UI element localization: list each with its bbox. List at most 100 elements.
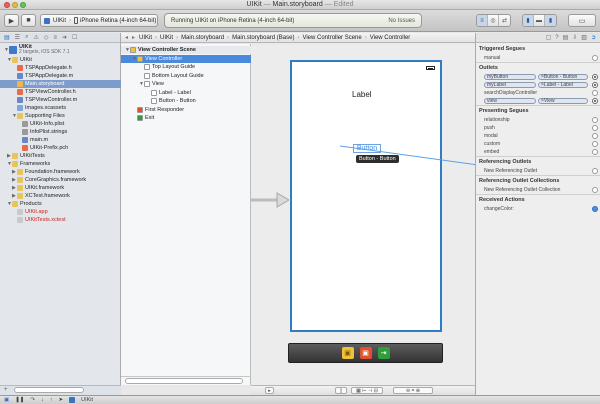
- outlet-row[interactable]: myLabel × Label - Label: [484, 81, 598, 88]
- connection-row[interactable]: custom: [484, 140, 598, 147]
- file-item[interactable]: UIKitTests.xctest: [0, 216, 121, 224]
- canvas-button[interactable]: Button: [353, 144, 381, 153]
- form-factor-button[interactable]: ▯: [335, 387, 347, 394]
- connection-circle-icon[interactable]: [592, 73, 598, 80]
- connection-row[interactable]: push: [484, 124, 598, 131]
- location-icon[interactable]: ➤: [59, 397, 64, 403]
- first-responder-icon[interactable]: ▣: [359, 347, 372, 359]
- file-item[interactable]: TSPViewController.h: [0, 88, 121, 96]
- file-item[interactable]: ▼ Supporting Files: [0, 112, 121, 120]
- back-icon[interactable]: ◂: [125, 34, 128, 41]
- outline-item[interactable]: ▼ View Controller Scene: [121, 46, 251, 54]
- file-inspector-icon[interactable]: ▢: [546, 34, 552, 41]
- warning-icon[interactable]: ⚠: [33, 34, 38, 41]
- outline-item[interactable]: Exit: [121, 114, 251, 122]
- outlet-target[interactable]: × View: [538, 97, 588, 104]
- jump-bar-item[interactable]: Main.storyboard (Base): [232, 35, 294, 41]
- connection-circle-icon[interactable]: [592, 148, 598, 155]
- step-out-icon[interactable]: ↑: [50, 397, 53, 403]
- navigator-filter-input[interactable]: [14, 387, 84, 393]
- zoom-controls[interactable]: ⊖ = ⊕: [393, 387, 433, 394]
- outline-item[interactable]: Button - Button: [121, 97, 251, 105]
- pause-icon[interactable]: ❚❚: [15, 397, 24, 403]
- stop-button[interactable]: ■: [21, 14, 36, 27]
- identity-inspector-icon[interactable]: ▤: [563, 34, 569, 41]
- file-item[interactable]: ▶ Foundation.framework: [0, 168, 121, 176]
- version-editor-icon[interactable]: ⇄: [499, 15, 510, 26]
- connection-circle-icon[interactable]: [592, 186, 598, 193]
- log-icon[interactable]: ☐: [72, 34, 77, 41]
- step-over-icon[interactable]: ↷: [30, 397, 35, 403]
- jump-bar-item[interactable]: View Controller Scene: [302, 35, 361, 41]
- jump-bar-item[interactable]: UIKit: [160, 35, 173, 41]
- connection-row[interactable]: manual: [484, 54, 598, 61]
- file-item[interactable]: TSPAppDelegate.h: [0, 64, 121, 72]
- connection-circle-icon[interactable]: [592, 167, 598, 174]
- file-item[interactable]: ▼ Products: [0, 200, 121, 208]
- organizer-button[interactable]: ▭: [568, 14, 596, 27]
- file-item[interactable]: ▶ UIKit.framework: [0, 184, 121, 192]
- connection-circle-icon[interactable]: [592, 140, 598, 147]
- step-into-icon[interactable]: ↓: [41, 397, 44, 403]
- navigator-toggle-icon[interactable]: ▮: [523, 15, 534, 26]
- connection-circle-icon[interactable]: [592, 89, 598, 96]
- editor-mode-control[interactable]: ≡ ◎ ⇄: [476, 14, 511, 27]
- outline-item[interactable]: Bottom Layout Guide: [121, 72, 251, 80]
- file-item[interactable]: TSPViewController.m: [0, 96, 121, 104]
- file-item[interactable]: ▶ XCTest.framework: [0, 192, 121, 200]
- breakpoint-icon[interactable]: ➜: [62, 34, 67, 41]
- symbol-icon[interactable]: ☰: [15, 34, 20, 41]
- test-icon[interactable]: ◇: [44, 34, 49, 41]
- search-icon[interactable]: ⌕: [25, 34, 28, 41]
- file-item[interactable]: ▶ CoreGraphics.framework: [0, 176, 121, 184]
- add-file-icon[interactable]: +: [4, 387, 8, 393]
- outline-item[interactable]: Top Layout Guide: [121, 63, 251, 71]
- outline-filter-input[interactable]: [125, 378, 243, 384]
- connection-circle-icon[interactable]: [592, 116, 598, 123]
- connection-row[interactable]: New Referencing Outlet Collection: [484, 186, 598, 193]
- connection-circle-icon[interactable]: [592, 132, 598, 139]
- assistant-editor-icon[interactable]: ◎: [488, 15, 499, 26]
- run-button[interactable]: ▶: [4, 14, 19, 27]
- connection-row[interactable]: changeColor:: [484, 205, 598, 212]
- outline-item[interactable]: ▼ View: [121, 80, 251, 88]
- outlet-row[interactable]: searchDisplayController: [484, 89, 598, 96]
- file-item[interactable]: ▼ UIKit: [0, 56, 121, 64]
- file-item[interactable]: ▶ UIKitTests: [0, 152, 121, 160]
- file-item[interactable]: InfoPlist.strings: [0, 128, 121, 136]
- forward-icon[interactable]: ▸: [132, 34, 135, 41]
- canvas-label[interactable]: Label: [352, 90, 372, 99]
- file-item[interactable]: UIKit.app: [0, 208, 121, 216]
- connection-row[interactable]: embed: [484, 148, 598, 155]
- view-controller-scene[interactable]: Label Button Button - Button: [290, 60, 442, 332]
- jump-bar-item[interactable]: Main.storyboard: [181, 35, 224, 41]
- outline-item[interactable]: First Responder: [121, 106, 251, 114]
- file-item[interactable]: UIKit-Info.plist: [0, 120, 121, 128]
- standard-editor-icon[interactable]: ≡: [477, 15, 488, 26]
- scheme-selector[interactable]: UIKit › iPhone Retina (4-inch 64-bit): [40, 14, 158, 27]
- connection-row[interactable]: relationship: [484, 116, 598, 123]
- debug-toggle-icon[interactable]: ▬: [534, 15, 545, 26]
- layout-controls[interactable]: ▦ ⊢ ⊣ ⊟: [351, 387, 383, 394]
- connection-circle-icon[interactable]: [592, 81, 598, 88]
- connections-inspector-icon[interactable]: ➲: [591, 34, 596, 41]
- outline-item[interactable]: Label - Label: [121, 89, 251, 97]
- file-item[interactable]: main.m: [0, 136, 121, 144]
- folder-icon[interactable]: ▤: [4, 34, 10, 41]
- debug-icon[interactable]: ≡: [53, 35, 57, 41]
- connection-row[interactable]: New Referencing Outlet: [484, 167, 598, 174]
- jump-bar-item[interactable]: UIKit: [139, 35, 152, 41]
- file-item[interactable]: TSPAppDelegate.m: [0, 72, 121, 80]
- project-root[interactable]: ▼ UIKit 2 targets, iOS SDK 7.1: [0, 44, 121, 55]
- exit-icon[interactable]: ⇥: [377, 347, 390, 359]
- outline-item[interactable]: ▼ View Controller: [121, 54, 251, 63]
- file-item[interactable]: UIKit-Prefix.pch: [0, 144, 121, 152]
- quick-help-icon[interactable]: ?: [555, 35, 558, 41]
- view-controller-icon[interactable]: ▣: [341, 347, 354, 359]
- outlet-target[interactable]: × Button - Button: [538, 73, 588, 80]
- show-debug-area-icon[interactable]: ▣: [4, 397, 9, 403]
- view-toggle-control[interactable]: ▮ ▬ ▮: [522, 14, 557, 27]
- storyboard-canvas[interactable]: Label Button Button - Button ▣ ▣ ⇥: [251, 44, 475, 385]
- connection-circle-icon[interactable]: [592, 205, 598, 212]
- attributes-inspector-icon[interactable]: ⇩: [572, 34, 577, 41]
